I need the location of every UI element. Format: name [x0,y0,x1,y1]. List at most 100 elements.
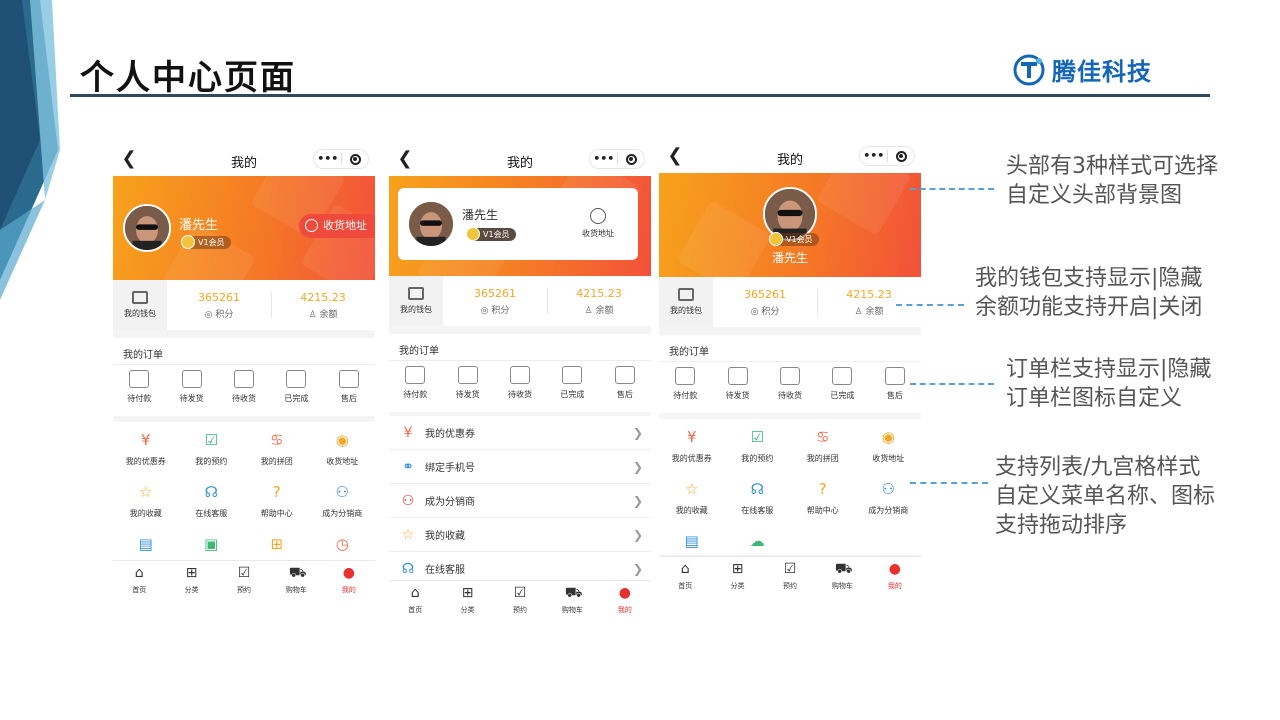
wallet-bar: 我的钱包 365261 ◎ 积分 4215.23 ♙ 余额 [113,280,375,330]
network-icon: ⚇ [335,483,349,501]
vip-icon [769,232,783,246]
menu-help[interactable]: ? 帮助中心 [790,479,856,531]
list-item-favorites[interactable]: ☆ 我的收藏 ❯ [389,518,651,552]
wallet-bar: 我的钱包 365261 ◎ 积分 4215.23 ♙ 余额 [659,277,921,327]
tab-me[interactable]: ● 我的 [599,581,651,620]
tab-booking[interactable]: ☑ 预约 [218,561,270,600]
address-button[interactable]: 收货地址 [576,208,620,239]
menu-customer-service[interactable]: ☊ 在线客服 [725,479,791,531]
order-pending-ship[interactable]: 待发货 [441,366,493,400]
annotation-orders: 订单栏支持显示|隐藏 订单栏图标自定义 [1006,357,1212,411]
avatar[interactable] [407,200,455,248]
tab-home[interactable]: ⌂ 首页 [389,581,441,620]
tab-booking[interactable]: ☑ 预约 [494,581,546,620]
tab-me[interactable]: ● 我的 [323,561,375,600]
menu-coupons[interactable]: ¥ 我的优惠券 [113,430,179,482]
order-pending-ship[interactable]: 待发货 [711,367,763,401]
chevron-right-icon: ❯ [632,528,643,542]
menu-customer-service[interactable]: ☊ 在线客服 [179,482,245,534]
balance-stat[interactable]: 4215.23 ♙ 余额 [817,277,921,327]
order-pending-payment[interactable]: 待付款 [389,366,441,400]
menu-address[interactable]: ◉ 收货地址 [856,427,922,479]
points-stat[interactable]: 365261 ◎ 积分 [713,277,817,327]
company-logo: 腾佳科技 [1012,52,1152,87]
tab-home[interactable]: ⌂ 首页 [659,557,711,596]
list-item-bind-phone[interactable]: ⚭ 绑定手机号 ❯ [389,450,651,484]
points-stat[interactable]: 365261 ◎ 积分 [167,280,271,330]
wallet-button[interactable]: 我的钱包 [113,280,167,330]
menu-booking[interactable]: ☑ 我的预约 [725,427,791,479]
menu-distributor[interactable]: ⚇ 成为分销商 [856,479,922,531]
order-pending-payment[interactable]: 待付款 [113,370,165,404]
location-icon [305,219,318,232]
phone-style-2: ❮ 我的 ••• 潘先生 V1会员 收货地址 我的钱包 365261 ◎ 积分 4… [389,144,651,620]
order-after-sale[interactable]: 售后 [599,366,651,400]
list-item-distributor[interactable]: ⚇ 成为分销商 ❯ [389,484,651,518]
menu-grid: ¥ 我的优惠券 ☑ 我的预约 ♋ 我的拼团 ◉ 收货地址 ☆ 我的收藏 ☊ 在线客服 ? 帮助… [113,422,375,560]
balance-stat[interactable]: 4215.23 ♙ 余额 [547,276,651,326]
order-after-sale[interactable]: 售后 [323,370,375,404]
menu-grid: ¥ 我的优惠券 ☑ 我的预约 ♋ 我的拼团 ◉ 收货地址 ☆ 我的收藏 ☊ 在线客服 ? 帮助… [659,419,921,555]
menu-distributor[interactable]: ⚇ 成为分销商 [310,482,376,534]
group-icon: ♋ [270,431,284,449]
headset-icon: ☊ [750,480,764,498]
chevron-right-icon: ❯ [632,426,643,440]
tab-category[interactable]: ⊞ 分类 [165,561,217,600]
order-pending-ship[interactable]: 待发货 [165,370,217,404]
menu-group-buy[interactable]: ♋ 我的拼团 [790,427,856,479]
menu-help[interactable]: ? 帮助中心 [244,482,310,534]
coupon-icon: ¥ [140,431,151,449]
menu-coupons[interactable]: ¥ 我的优惠券 [659,427,725,479]
tab-category[interactable]: ⊞ 分类 [711,557,763,596]
more-icon[interactable]: ••• [314,150,341,168]
wallet-button[interactable]: 我的钱包 [389,276,443,326]
menu-booking[interactable]: ☑ 我的预约 [179,430,245,482]
wallet-button[interactable]: 我的钱包 [659,277,713,327]
balance-stat[interactable]: 4215.23 ♙ 余额 [271,280,375,330]
order-completed[interactable]: 已完成 [816,367,868,401]
orders-title: 我的订单 [123,350,163,361]
tab-me[interactable]: ● 我的 [869,557,921,596]
menu-address[interactable]: ◉ 收货地址 [310,430,376,482]
wallet-icon [675,367,696,385]
order-pending-payment[interactable]: 待付款 [659,367,711,401]
vip-badge: V1会员 [181,235,231,249]
tab-cart[interactable]: ⛟ 购物车 [546,581,598,620]
order-completed[interactable]: 已完成 [546,366,598,400]
order-pending-receive[interactable]: 待收货 [218,370,270,404]
close-target-icon[interactable] [618,153,644,165]
menu-group-buy[interactable]: ♋ 我的拼团 [244,430,310,482]
wallet-icon [129,370,150,388]
tab-bar: ⌂ 首页 ⊞ 分类 ☑ 预约 ⛟ 购物车 ● 我的 [659,556,921,596]
more-icon[interactable]: ••• [860,147,887,165]
avatar[interactable] [123,204,171,252]
check-doc-icon [562,366,583,384]
wallet-icon [408,287,424,300]
more-icon[interactable]: ••• [590,150,617,168]
tab-cart[interactable]: ⛟ 购物车 [270,561,322,600]
close-target-icon[interactable] [888,150,914,162]
menu-favorites[interactable]: ☆ 我的收藏 [113,482,179,534]
list-item-coupons[interactable]: ¥ 我的优惠券 ❯ [389,416,651,450]
annotation-header-styles: 头部有3种样式可选择 自定义头部背景图 [1006,154,1218,208]
nav-bar: ❮ 我的 ••• [659,141,921,173]
cart-icon: ⛟ [564,585,583,601]
headset-icon: ☊ [204,483,218,501]
tab-booking[interactable]: ☑ 预约 [764,557,816,596]
menu-favorites[interactable]: ☆ 我的收藏 [659,479,725,531]
annotation-connector [910,482,988,484]
chevron-right-icon: ❯ [632,460,643,474]
location-icon: ◉ [881,428,895,446]
address-button[interactable]: 收货地址 [299,214,375,238]
user-icon: ● [618,585,631,601]
close-target-icon[interactable] [342,153,368,165]
calendar-icon: ☑ [783,561,797,577]
order-completed[interactable]: 已完成 [270,370,322,404]
tab-category[interactable]: ⊞ 分类 [441,581,493,620]
tab-home[interactable]: ⌂ 首页 [113,561,165,600]
tab-cart[interactable]: ⛟ 购物车 [816,557,868,596]
check-doc-icon [832,367,853,385]
order-pending-receive[interactable]: 待收货 [494,366,546,400]
points-stat[interactable]: 365261 ◎ 积分 [443,276,547,326]
order-pending-receive[interactable]: 待收货 [764,367,816,401]
